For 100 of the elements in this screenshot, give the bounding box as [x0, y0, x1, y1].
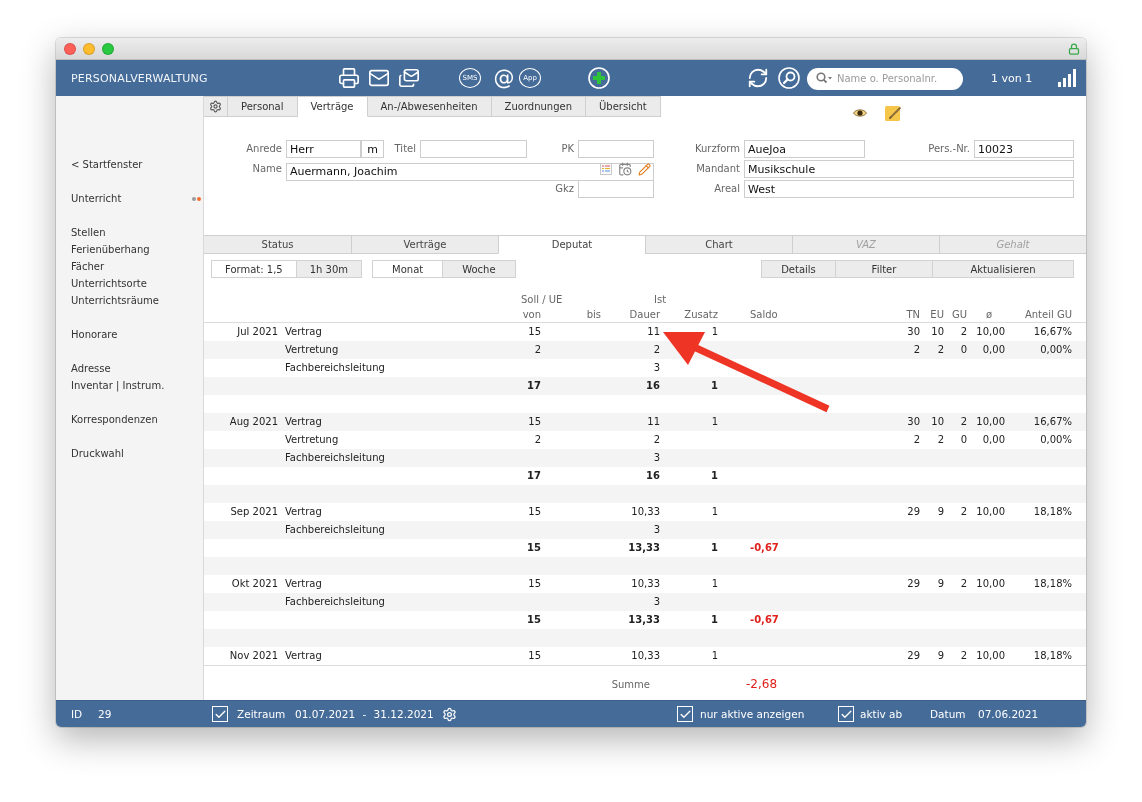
table-cell: 0,00% [1040, 433, 1072, 447]
action-button[interactable]: Aktualisieren [932, 260, 1074, 278]
sidebar-item[interactable]: Ferienüberhang [71, 241, 201, 258]
search-icon[interactable] [778, 67, 800, 89]
table-cell: 0,00% [1040, 343, 1072, 357]
table-cell: 1 [711, 541, 718, 555]
tab[interactable]: Verträge [297, 96, 368, 117]
client-field[interactable]: Musikschule [744, 160, 1074, 178]
id-value: 29 [98, 708, 112, 720]
personnel-number-field[interactable]: 10023 [974, 140, 1074, 158]
gkz-field[interactable] [578, 180, 654, 198]
table-cell: 30 [907, 415, 920, 429]
close-button[interactable] [64, 42, 76, 55]
table-cell: 1 [711, 613, 718, 627]
table-cell: 11 [647, 325, 660, 339]
sidebar-item[interactable]: Adresse [71, 360, 201, 377]
eye-icon[interactable] [853, 108, 867, 118]
table-cell: 3 [653, 361, 660, 375]
sidebar-item[interactable]: Fächer [71, 258, 201, 275]
table-cell: 2 [653, 343, 660, 357]
table-cell: 0 [960, 343, 967, 357]
toggle-button[interactable]: Format: 1,5 [211, 260, 297, 278]
table-cell-text: Vertrag [284, 577, 322, 591]
field-label: PK [561, 142, 575, 156]
tab[interactable]: Zuordnungen [491, 96, 587, 117]
checkbox[interactable] [677, 706, 693, 722]
settings-icon[interactable] [442, 706, 457, 722]
sidebar-item[interactable]: Honorare [71, 326, 201, 343]
search-field[interactable]: Name o. Personalnr. [807, 67, 963, 90]
table-cell-text: Okt 2021 [231, 577, 279, 591]
table-cell: 18,18% [1033, 505, 1072, 519]
title-field[interactable] [420, 140, 527, 158]
mail-icon[interactable] [368, 67, 390, 89]
tab[interactable]: Deputat [498, 235, 645, 254]
sidebar-item[interactable]: Unterrichtsräume [71, 292, 201, 309]
checkbox-label: Zeitraum [237, 708, 286, 720]
table-cell: 10,33 [631, 577, 660, 591]
sidebar-item[interactable]: Korrespondenzen [71, 411, 201, 428]
checkbox[interactable] [838, 706, 854, 722]
add-icon[interactable] [588, 67, 610, 89]
tab[interactable]: An-/Abwesenheiten [367, 96, 492, 117]
settings-icon [209, 100, 222, 113]
pk-field[interactable] [578, 140, 654, 158]
table-cell: 2 [960, 415, 967, 429]
tab[interactable]: Personal [228, 96, 298, 117]
tab[interactable]: Status [204, 235, 351, 254]
sidebar-item[interactable]: < Startfenster [71, 156, 201, 173]
table-cell: 10,00 [976, 325, 1005, 339]
mails-icon[interactable] [398, 67, 420, 89]
table-cell: 3 [653, 595, 660, 609]
area-field[interactable]: West [744, 180, 1074, 198]
column-group-header: Soll / UE [520, 293, 563, 307]
column-header: Zusatz [684, 308, 718, 322]
glyph-button[interactable]: @ [489, 67, 519, 89]
table-cell-text: Vertretung [284, 433, 339, 447]
table-cell: 16 [646, 469, 660, 483]
checkbox[interactable] [212, 706, 228, 722]
pencil-icon[interactable] [638, 162, 651, 176]
table-cell: 1 [711, 379, 718, 393]
table-cell: 10,00 [976, 415, 1005, 429]
table-cell: 10 [931, 325, 944, 339]
tab[interactable]: Verträge [351, 235, 498, 254]
printer-icon[interactable] [338, 67, 360, 89]
toggle-button[interactable]: 1h 30m [295, 260, 363, 278]
gender-field[interactable]: m [361, 140, 384, 158]
toggle-button[interactable]: Monat [372, 260, 444, 278]
lock-icon [1068, 42, 1080, 55]
table-cell: 3 [653, 451, 660, 465]
settings-tab[interactable] [204, 96, 228, 117]
sidebar-item[interactable]: Stellen [71, 224, 201, 241]
table-cell: 15 [528, 577, 541, 591]
record-counter: 1 von 1 [991, 71, 1034, 85]
date-value: 07.06.2021 [978, 708, 1039, 720]
calendar-clock-icon[interactable] [618, 162, 632, 176]
table-cell: 3 [653, 523, 660, 537]
table-cell: 15 [528, 649, 541, 663]
field-label: Areal [714, 182, 741, 196]
salutation-field[interactable]: Herr [286, 140, 361, 158]
table-cell: 18,18% [1033, 577, 1072, 591]
action-button[interactable]: Filter [835, 260, 933, 278]
sidebar-item[interactable]: Inventar | Instrum. [71, 377, 201, 394]
toggle-button[interactable]: Woche [442, 260, 516, 278]
table-cell: 9 [937, 649, 944, 663]
name-field[interactable]: Auermann, Joachim [286, 162, 654, 181]
date-range: 01.07.2021 - 31.12.2021 [295, 708, 434, 720]
note-pencil-icon[interactable] [885, 104, 902, 122]
refresh-icon[interactable] [747, 67, 769, 89]
action-button[interactable]: Details [761, 260, 836, 278]
sidebar-item[interactable]: Unterricht [71, 190, 201, 207]
sidebar-item[interactable]: Unterrichtsorte [71, 275, 201, 292]
id-label: ID [71, 708, 83, 720]
tab[interactable]: Chart [645, 235, 792, 254]
table-cell: 0 [960, 433, 967, 447]
table-cell-text: Vertretung [284, 343, 339, 357]
table-cell: 2 [960, 505, 967, 519]
short-name-field[interactable]: AueJoa [744, 140, 865, 158]
table-cell: 13,33 [628, 541, 660, 555]
table-cell: 10,00 [976, 505, 1005, 519]
sidebar-item[interactable]: Druckwahl [71, 445, 201, 462]
tab[interactable]: Übersicht [586, 96, 661, 117]
